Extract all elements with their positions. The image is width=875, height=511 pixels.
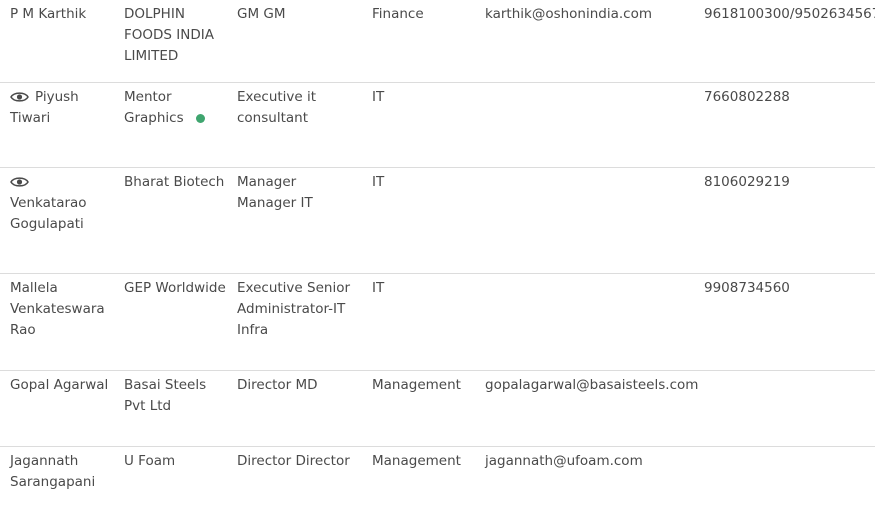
email: gopalagarwal@basaisteels.com bbox=[485, 377, 699, 393]
designation: Director Director bbox=[237, 453, 350, 469]
department: Management bbox=[372, 377, 461, 393]
contact-name-cell: Piyush Tiwari bbox=[10, 87, 110, 129]
phone: 9908734560 bbox=[704, 280, 790, 296]
designation: Director MD bbox=[237, 377, 318, 393]
department: Finance bbox=[372, 6, 424, 22]
phone: 9618100300/9502634567 bbox=[704, 6, 875, 22]
contacts-table: P M Karthik DOLPHIN FOODS INDIA LIMITED … bbox=[0, 0, 875, 509]
eye-icon[interactable] bbox=[10, 176, 29, 188]
table-row: Jagannath Sarangapani U Foam Director Di… bbox=[0, 447, 875, 509]
table-row: Venkatarao Gogulapati Bharat Biotech Man… bbox=[0, 168, 875, 274]
contact-name-cell: Jagannath Sarangapani bbox=[10, 451, 110, 493]
table-row: Gopal Agarwal Basai Steels Pvt Ltd Direc… bbox=[0, 371, 875, 447]
contact-name-cell: Venkatarao Gogulapati bbox=[10, 172, 110, 235]
phone: 7660802288 bbox=[704, 89, 790, 105]
department: IT bbox=[372, 280, 385, 296]
company-name: DOLPHIN FOODS INDIA LIMITED bbox=[124, 6, 214, 64]
company-name: Bharat Biotech bbox=[124, 174, 225, 190]
contact-name: P M Karthik bbox=[10, 6, 87, 22]
contact-name: Jagannath Sarangapani bbox=[10, 453, 96, 490]
contact-name-cell: P M Karthik bbox=[10, 4, 110, 25]
table-row: P M Karthik DOLPHIN FOODS INDIA LIMITED … bbox=[0, 0, 875, 83]
table-row: Piyush Tiwari Mentor Graphics Executive … bbox=[0, 83, 875, 168]
contact-name: Venkatarao Gogulapati bbox=[10, 195, 87, 232]
phone: 8106029219 bbox=[704, 174, 790, 190]
contact-name: Mallela Venkateswara Rao bbox=[10, 280, 105, 338]
company-cell: Mentor Graphics bbox=[124, 87, 229, 129]
company-name: Mentor Graphics bbox=[124, 89, 184, 126]
department: IT bbox=[372, 174, 385, 190]
online-status-dot bbox=[195, 114, 205, 123]
email: karthik@oshonindia.com bbox=[485, 6, 653, 22]
designation: Executive it consultant bbox=[237, 89, 317, 126]
eye-icon[interactable] bbox=[10, 91, 29, 103]
designation: Executive Senior Administrator-IT Infra bbox=[237, 280, 351, 338]
contact-name: Gopal Agarwal bbox=[10, 377, 109, 393]
contact-name-cell: Gopal Agarwal bbox=[10, 375, 110, 396]
company-name: GEP Worldwide bbox=[124, 280, 226, 296]
company-name: U Foam bbox=[124, 453, 176, 469]
table-row: Mallela Venkateswara Rao GEP Worldwide E… bbox=[0, 274, 875, 371]
department: IT bbox=[372, 89, 385, 105]
designation: Manager Manager IT bbox=[237, 174, 313, 211]
company-name: Basai Steels Pvt Ltd bbox=[124, 377, 207, 414]
email: jagannath@ufoam.com bbox=[485, 453, 643, 469]
department: Management bbox=[372, 453, 461, 469]
designation: GM GM bbox=[237, 6, 286, 22]
contact-name-cell: Mallela Venkateswara Rao bbox=[10, 278, 110, 341]
